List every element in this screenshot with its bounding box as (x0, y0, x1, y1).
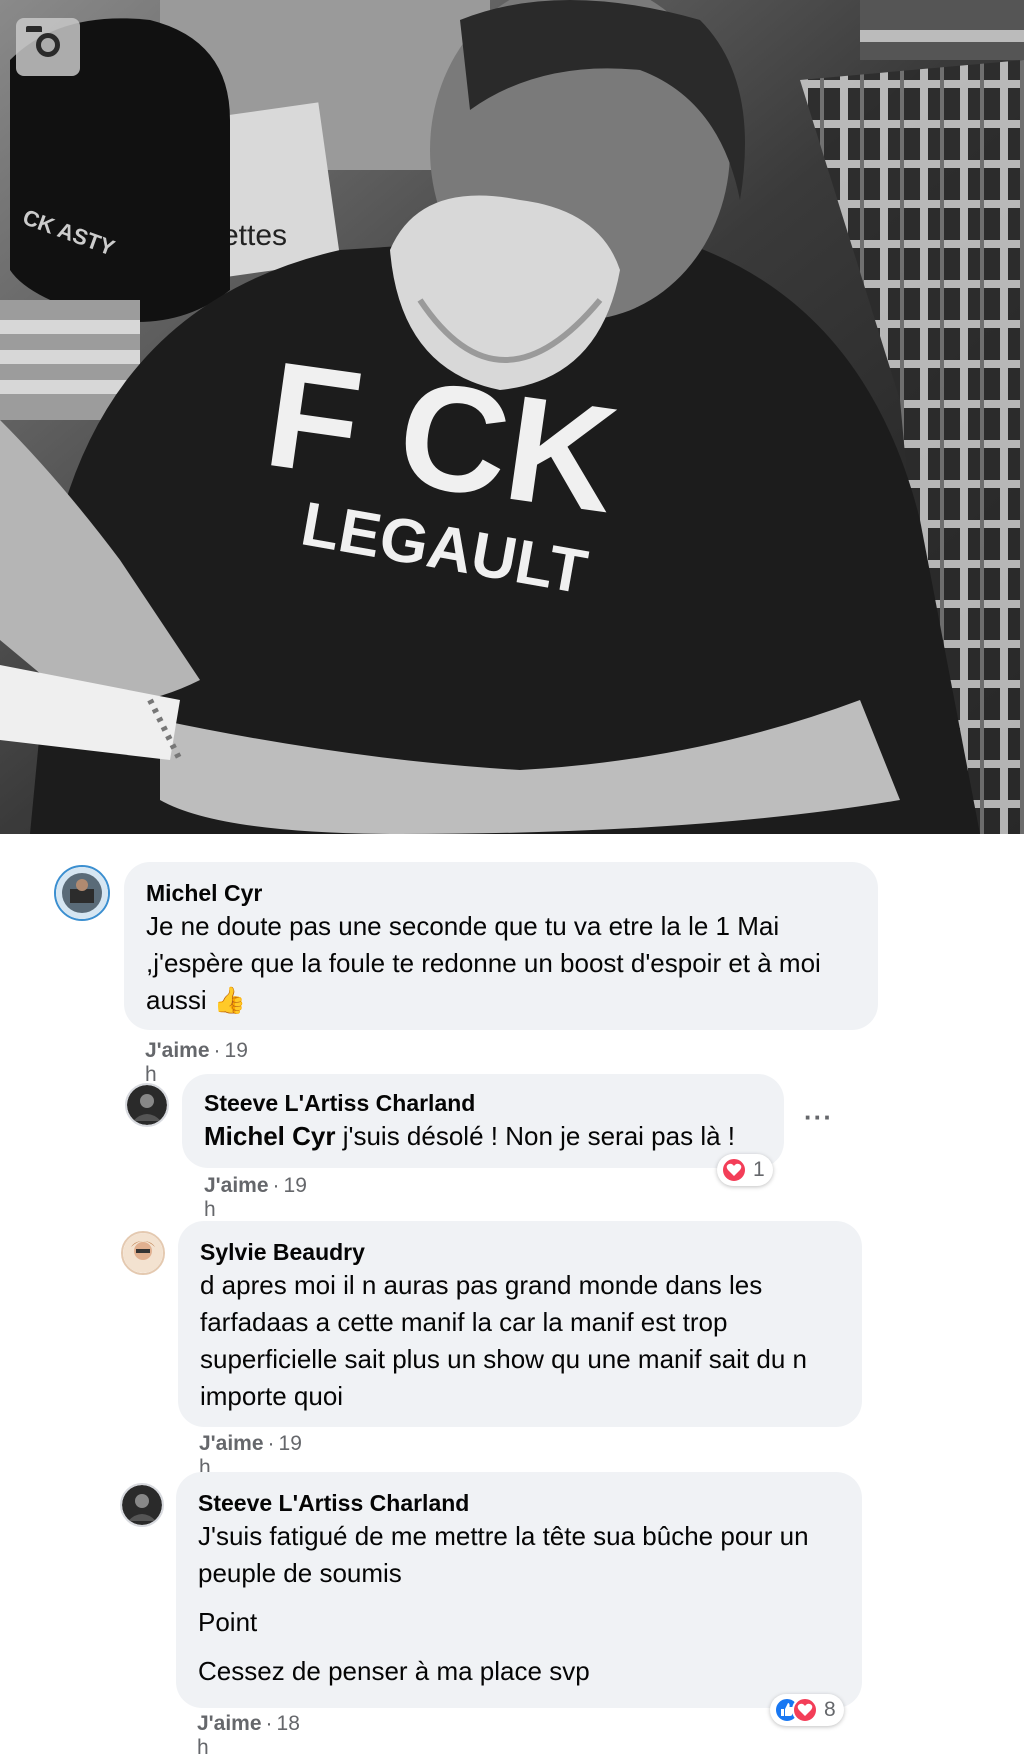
comment-author[interactable]: Steeve L'Artiss Charland (198, 1488, 840, 1518)
reaction-count: 8 (824, 1698, 836, 1721)
love-reaction-icon (792, 1697, 818, 1723)
comment-meta: J'aime · 18 h (197, 1712, 300, 1759)
avatar[interactable] (125, 1083, 169, 1127)
mention-link[interactable]: Michel Cyr (204, 1121, 336, 1151)
reaction-summary[interactable]: 1 (717, 1154, 773, 1186)
comment-bubble: Michel Cyr Je ne doute pas une seconde q… (124, 862, 878, 1030)
post-photo[interactable]: ettes CK ASTY F CK LEGAULT (0, 0, 1024, 834)
comment-author[interactable]: Sylvie Beaudry (200, 1237, 840, 1267)
like-button[interactable]: J'aime (145, 1039, 210, 1062)
comment-bubble: Steeve L'Artiss Charland Michel Cyr j'su… (182, 1074, 784, 1168)
comment-text: d apres moi il n auras pas grand monde d… (200, 1270, 815, 1411)
comment-author[interactable]: Michel Cyr (146, 878, 856, 908)
reaction-count: 1 (753, 1158, 765, 1181)
love-reaction-icon (721, 1157, 747, 1183)
photo-image: ettes CK ASTY F CK LEGAULT (0, 0, 1024, 834)
like-button[interactable]: J'aime (197, 1712, 262, 1735)
comment-bubble: Steeve L'Artiss Charland J'suis fatigué … (176, 1472, 862, 1708)
sign-text: ettes (222, 219, 287, 252)
comment-meta: J'aime · 19 h (204, 1174, 307, 1221)
comment-text-line-3: Cessez de penser à ma place svp (198, 1656, 590, 1686)
comment-author[interactable]: Steeve L'Artiss Charland (204, 1088, 762, 1118)
camera-icon[interactable] (16, 18, 80, 76)
avatar[interactable] (120, 1483, 164, 1527)
comment-text-line-2: Point (198, 1607, 258, 1637)
avatar[interactable] (121, 1231, 165, 1275)
reaction-summary[interactable]: 8 (770, 1694, 844, 1726)
more-options-icon[interactable]: ··· (804, 1102, 833, 1133)
avatar[interactable] (54, 865, 110, 921)
like-button[interactable]: J'aime (204, 1174, 269, 1197)
comment-text: Michel Cyr j'suis désolé ! Non je serai … (204, 1118, 762, 1155)
like-button[interactable]: J'aime (199, 1432, 264, 1455)
comment-text: Je ne doute pas une seconde que tu va et… (146, 911, 829, 1015)
comment-bubble: Sylvie Beaudry d apres moi il n auras pa… (178, 1221, 862, 1427)
comment-text-line-1: J'suis fatigué de me mettre la tête sua … (198, 1521, 816, 1588)
comment-text-rest: j'suis désolé ! Non je serai pas là ! (335, 1121, 735, 1151)
